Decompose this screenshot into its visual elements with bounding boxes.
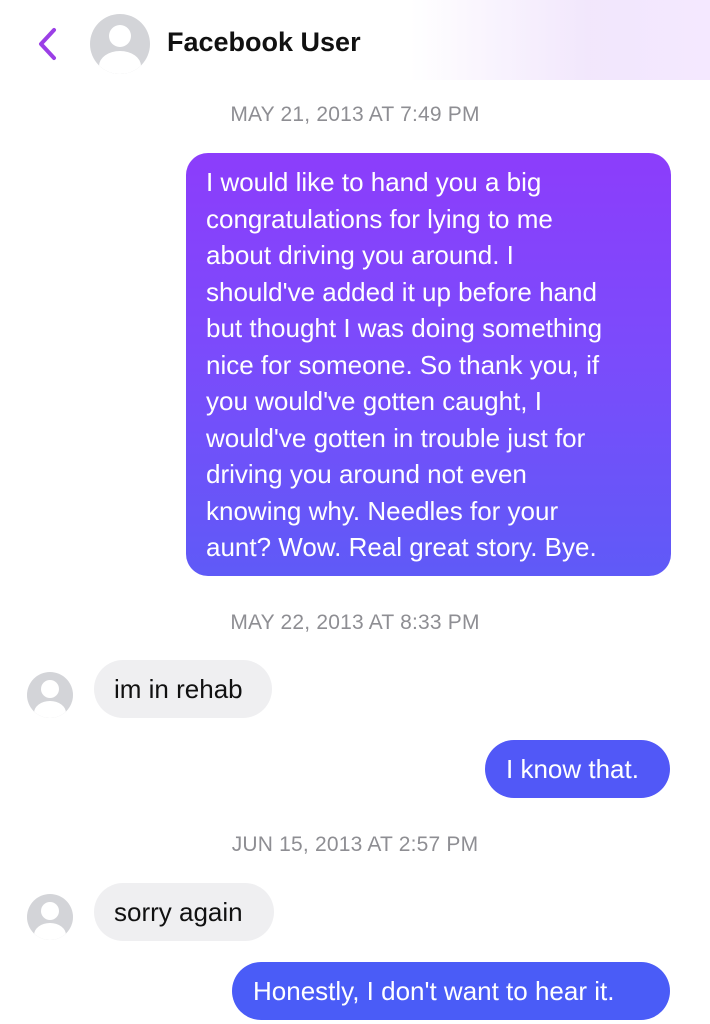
contact-name[interactable]: Facebook User bbox=[167, 27, 361, 58]
avatar-head bbox=[109, 25, 131, 47]
timestamp: MAY 22, 2013 AT 8:33 PM bbox=[230, 611, 480, 634]
contact-avatar[interactable] bbox=[90, 14, 150, 74]
sender-avatar[interactable] bbox=[27, 672, 73, 718]
conversation-header: Facebook User bbox=[0, 0, 710, 90]
timestamp: MAY 21, 2013 AT 7:49 PM bbox=[230, 103, 480, 126]
avatar-body bbox=[34, 701, 66, 718]
outgoing-message-bubble[interactable]: I know that. bbox=[485, 740, 670, 798]
message-line: you would've gotten caught, I bbox=[206, 386, 542, 416]
header-tint bbox=[410, 0, 710, 80]
sender-avatar[interactable] bbox=[27, 894, 73, 940]
message-line: I would like to hand you a big bbox=[206, 167, 542, 197]
incoming-message-bubble[interactable]: sorry again bbox=[94, 883, 274, 941]
chevron-left-icon bbox=[39, 28, 56, 60]
message-line: should've added it up before hand bbox=[206, 276, 597, 307]
incoming-message-bubble[interactable]: im in rehab bbox=[94, 660, 272, 718]
avatar-head bbox=[41, 902, 59, 920]
message-line: nice for someone. So thank you, if bbox=[206, 349, 600, 380]
outgoing-message-bubble[interactable]: Honestly, I don't want to hear it. bbox=[232, 962, 670, 1020]
message-line: would've gotten in trouble just for bbox=[206, 422, 586, 453]
message-line: aunt? Wow. Real great story. Bye. bbox=[206, 532, 597, 562]
message-line: knowing why. Needles for your bbox=[206, 495, 559, 526]
message-line: about driving you around. I bbox=[206, 240, 514, 270]
timestamp: JUN 15, 2013 AT 2:57 PM bbox=[231, 833, 479, 856]
message-line: driving you around not even bbox=[206, 459, 527, 489]
back-button[interactable] bbox=[30, 24, 66, 64]
message-line: but thought I was doing something bbox=[206, 313, 603, 343]
avatar-body bbox=[99, 51, 141, 74]
outgoing-message-bubble[interactable]: I would like to hand you a big congratul… bbox=[186, 153, 671, 576]
avatar-head bbox=[41, 680, 59, 698]
message-line: congratulations for lying to me bbox=[206, 203, 553, 234]
avatar-body bbox=[34, 923, 66, 940]
